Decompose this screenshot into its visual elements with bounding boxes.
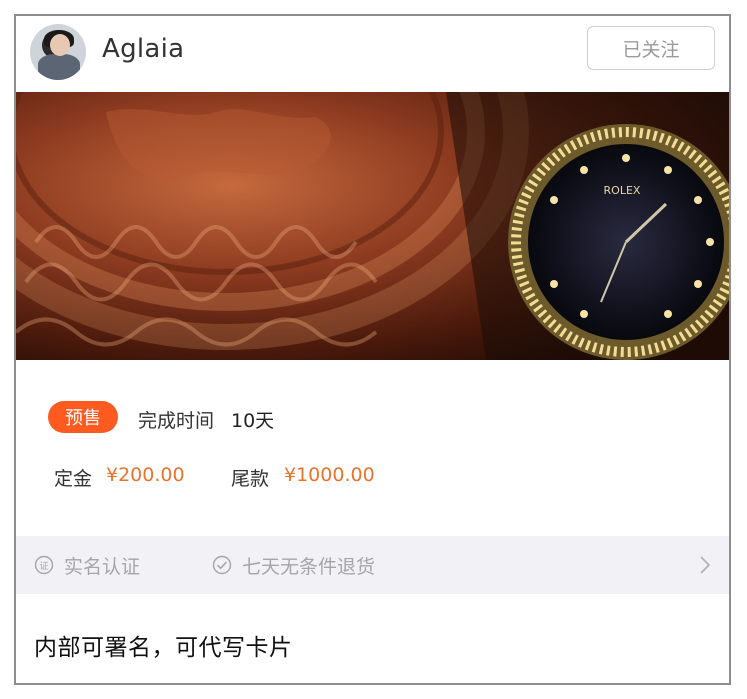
chevron-right-icon[interactable]	[695, 555, 715, 575]
deposit-label: 定金	[54, 468, 93, 490]
watch-brand-text: ROLEX	[604, 184, 641, 197]
check-circle-icon	[212, 555, 232, 575]
guarantee-real-name: 证 实名认证	[34, 536, 140, 594]
seller-name[interactable]: Aglaia	[102, 34, 184, 64]
product-card: Aglaia 已关注 ROLEX 预售 完成时间 10天 定金 ¥200.00 …	[14, 14, 731, 685]
verified-badge-icon: 证	[34, 555, 54, 575]
avatar[interactable]	[30, 24, 86, 80]
guarantee-return: 七天无条件退货	[212, 536, 375, 594]
balance-price: ¥1000.00	[284, 464, 375, 486]
product-image[interactable]: ROLEX	[16, 92, 729, 360]
svg-text:证: 证	[39, 561, 48, 572]
guarantee-bar[interactable]: 证 实名认证 七天无条件退货	[16, 536, 729, 594]
seller-header: Aglaia 已关注	[16, 16, 729, 92]
watch-photo-illustration: ROLEX	[16, 92, 729, 360]
presale-info: 预售 完成时间 10天 定金 ¥200.00 尾款 ¥1000.00	[16, 360, 729, 536]
balance-label: 尾款	[231, 468, 270, 490]
presale-tag: 预售	[48, 401, 118, 433]
deposit-price: ¥200.00	[106, 464, 185, 486]
product-note: 内部可署名，可代写卡片	[34, 635, 293, 661]
finish-time-label: 完成时间	[138, 410, 215, 432]
finish-time-value: 10天	[231, 410, 275, 432]
guarantee-label: 七天无条件退货	[242, 555, 376, 578]
guarantee-label: 实名认证	[64, 555, 141, 578]
follow-button[interactable]: 已关注	[587, 26, 715, 70]
